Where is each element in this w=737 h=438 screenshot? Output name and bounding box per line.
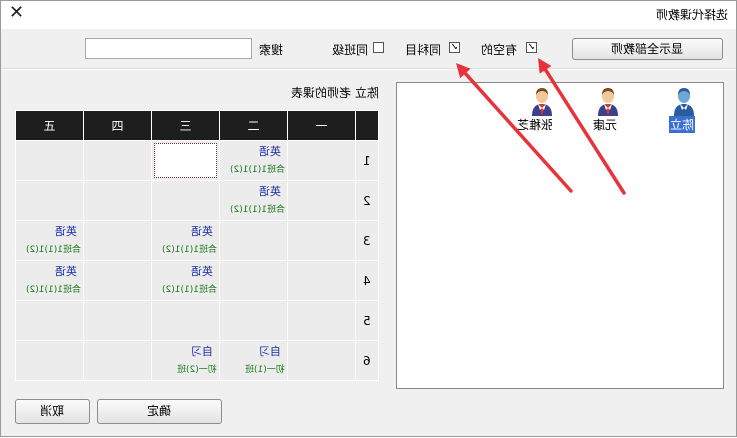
- checkmark-icon: ✓: [527, 42, 536, 53]
- dialog-title: 选择代课教师: [655, 8, 728, 22]
- lesson-class: 初一(2)班: [177, 365, 217, 375]
- day-header: 一: [287, 110, 356, 141]
- schedule-cell[interactable]: [219, 220, 288, 261]
- period-number: 2: [355, 180, 379, 221]
- schedule-cell[interactable]: [151, 300, 220, 341]
- free-checkbox[interactable]: ✓: [526, 42, 537, 53]
- schedule-cell[interactable]: 英语合班1(1)1(2): [15, 260, 84, 301]
- schedule-cell[interactable]: [287, 220, 356, 261]
- schedule-cell[interactable]: 自习初一(1)班: [219, 340, 288, 381]
- lesson-subject: 自习: [259, 345, 281, 358]
- schedule-cell[interactable]: 自习初一(2)班: [151, 340, 220, 381]
- toolbar: 搜索 同班级 ✓ 同科目 ✓ 有空的 显示全部教师: [1, 29, 736, 69]
- teacher-avatar-icon: [598, 88, 618, 116]
- schedule-cell[interactable]: [287, 300, 356, 341]
- day-header: 四: [83, 110, 152, 141]
- schedule-cell[interactable]: [83, 300, 152, 341]
- same-grade-label: 同班级: [332, 43, 369, 57]
- lesson-class: 初一(1)班: [245, 365, 285, 375]
- schedule-cell[interactable]: [219, 300, 288, 341]
- schedule-cell[interactable]: [83, 340, 152, 381]
- schedule-cell[interactable]: [83, 180, 152, 221]
- period-row: 英语 合班1(1)1(2) 英语 合班1(1)1(2) 3: [15, 220, 379, 261]
- schedule-table: 五四三二一 英语 合班1(1)1(2) 1 英语 合班1(1)1(2) 2 英语 合班1(1)…: [15, 110, 379, 381]
- period-row: 英语 合班1(1)1(2) 英语 合班1(1)1(2) 4: [15, 260, 379, 301]
- schedule-cell[interactable]: [15, 140, 84, 181]
- lesson-subject: 英语: [191, 265, 213, 278]
- schedule-cell[interactable]: [287, 180, 356, 221]
- schedule-cell[interactable]: 英语合班1(1)1(2): [15, 220, 84, 261]
- teacher-item[interactable]: 张稚芝: [517, 83, 577, 143]
- lesson-subject: 英语: [259, 185, 281, 198]
- schedule-cell[interactable]: [151, 180, 220, 221]
- schedule-cell[interactable]: [15, 340, 84, 381]
- schedule-cell[interactable]: [15, 180, 84, 221]
- schedule-cell[interactable]: [151, 140, 220, 181]
- day-header: 三: [151, 110, 220, 141]
- ok-button[interactable]: 确定: [97, 399, 222, 424]
- lesson-class: 合班1(1)1(2): [162, 245, 217, 255]
- lesson-class: 合班1(1)1(2): [162, 285, 217, 295]
- period-row: 英语合班1(1)1(2) 1: [15, 140, 379, 181]
- teacher-avatar-icon: [674, 88, 694, 116]
- schedule-cell[interactable]: [15, 300, 84, 341]
- free-label: 有空的: [481, 43, 518, 57]
- schedule-title: 陈立 老师的课表: [291, 86, 379, 100]
- period-row: 自习 初一(2)班 自习 初一(1)班 6: [15, 340, 379, 381]
- close-icon[interactable]: ✕: [9, 3, 24, 23]
- teacher-item[interactable]: 元康: [593, 83, 653, 143]
- select-teacher-dialog: ✕ 选择代课教师 搜索 同班级 ✓ 同科目 ✓ 有空的 显示全部教师 陈立 老师…: [0, 0, 737, 437]
- period-number: 5: [355, 300, 379, 341]
- lesson-subject: 英语: [191, 225, 213, 238]
- teacher-item[interactable]: 陈立: [669, 83, 729, 143]
- selected-cell-marker: [154, 143, 217, 178]
- teacher-list: 陈立 元康 张稚芝: [396, 82, 724, 389]
- schedule-cell[interactable]: [83, 140, 152, 181]
- teacher-avatar-icon: [532, 88, 552, 116]
- period-number: 3: [355, 220, 379, 261]
- schedule-cell[interactable]: [83, 260, 152, 301]
- title-bar: ✕ 选择代课教师: [1, 1, 736, 29]
- schedule-cell[interactable]: [83, 220, 152, 261]
- lesson-subject: 英语: [259, 145, 281, 158]
- lesson-subject: 自习: [191, 345, 213, 358]
- schedule-cell[interactable]: [219, 260, 288, 301]
- teacher-name: 元康: [593, 118, 618, 132]
- schedule-cell[interactable]: 英语合班1(1)1(2): [151, 220, 220, 261]
- schedule-cell[interactable]: 英语合班1(1)1(2): [219, 140, 288, 181]
- corner-header: [355, 110, 379, 141]
- period-number: 1: [355, 140, 379, 181]
- same-subject-checkbox[interactable]: ✓: [449, 42, 460, 53]
- same-grade-checkbox[interactable]: [373, 42, 384, 53]
- period-number: 4: [355, 260, 379, 301]
- period-number: 6: [355, 340, 379, 381]
- search-input[interactable]: [85, 38, 252, 59]
- teacher-name: 张稚芝: [517, 118, 554, 132]
- teacher-name: 陈立: [669, 116, 696, 133]
- schedule-cell[interactable]: [287, 260, 356, 301]
- lesson-class: 合班1(1)1(2): [26, 285, 81, 295]
- schedule-cell[interactable]: [287, 340, 356, 381]
- cancel-button[interactable]: 取消: [15, 399, 90, 424]
- lesson-class: 合班1(1)1(2): [230, 205, 285, 215]
- day-header: 五: [15, 110, 84, 141]
- schedule-cell[interactable]: 英语合班1(1)1(2): [219, 180, 288, 221]
- lesson-class: 合班1(1)1(2): [26, 245, 81, 255]
- checkmark-icon: ✓: [450, 42, 459, 53]
- lesson-subject: 英语: [55, 225, 77, 238]
- period-row: 5: [15, 300, 379, 341]
- lesson-subject: 英语: [55, 265, 77, 278]
- schedule-cell[interactable]: 英语合班1(1)1(2): [151, 260, 220, 301]
- schedule-cell[interactable]: [287, 140, 356, 181]
- lesson-class: 合班1(1)1(2): [230, 165, 285, 175]
- search-label: 搜索: [259, 43, 284, 57]
- same-subject-label: 同科目: [405, 43, 442, 57]
- day-header: 二: [219, 110, 288, 141]
- show-all-teachers-button[interactable]: 显示全部教师: [572, 38, 723, 60]
- schedule-header-row: 五四三二一: [15, 110, 379, 141]
- period-row: 英语合班1(1)1(2) 2: [15, 180, 379, 221]
